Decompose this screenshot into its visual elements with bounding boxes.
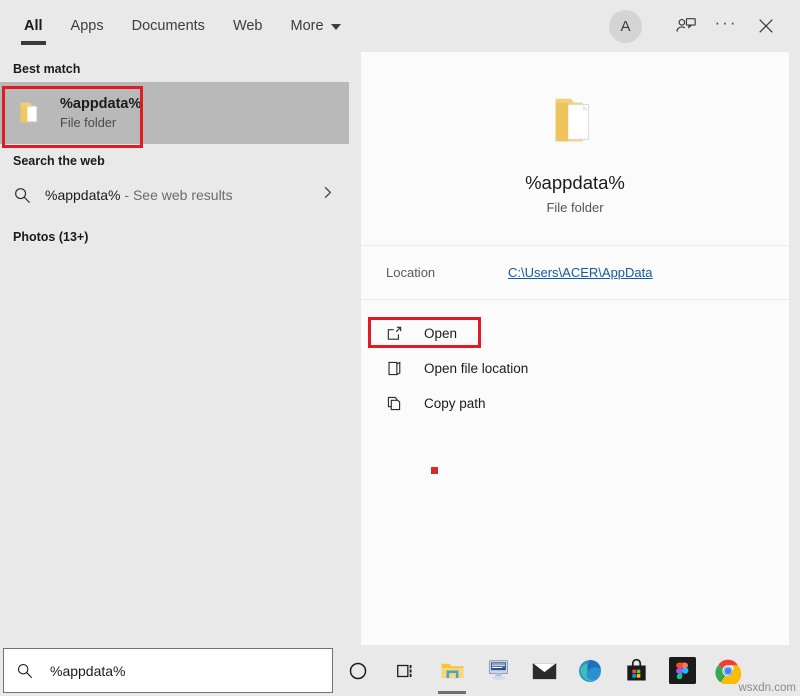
tab-list: All Apps Documents Web More	[0, 0, 355, 52]
annotation-dot	[431, 467, 438, 474]
copy-icon	[386, 395, 412, 412]
avatar[interactable]: A	[609, 10, 642, 43]
taskbar-mail-button[interactable]	[521, 645, 567, 696]
location-row: Location C:\Users\ACER\AppData	[361, 246, 789, 300]
search-input[interactable]: %appdata%	[3, 648, 333, 693]
taskbar-task-view-button[interactable]	[383, 645, 429, 696]
chrome-icon	[715, 658, 741, 684]
mail-icon	[531, 660, 558, 682]
tab-apps[interactable]: Apps	[57, 0, 118, 52]
folder-document-icon	[544, 89, 606, 156]
task-view-icon	[395, 660, 417, 682]
chevron-down-icon	[331, 24, 341, 30]
search-web-header: Search the web	[0, 144, 349, 174]
best-match-text: %appdata% File folder	[60, 95, 141, 132]
action-list: Open Open file location	[361, 300, 789, 421]
web-result-row[interactable]: %appdata% - See web results	[0, 174, 349, 216]
action-open[interactable]: Open	[361, 316, 789, 351]
open-external-icon	[386, 325, 412, 342]
search-icon	[13, 186, 39, 205]
search-tab-bar: All Apps Documents Web More A	[0, 0, 800, 52]
taskbar-file-explorer-button[interactable]	[429, 645, 475, 696]
folder-icon	[13, 98, 51, 128]
taskbar-microsoft-store-button[interactable]	[613, 645, 659, 696]
tab-all[interactable]: All	[10, 0, 57, 52]
taskbar-figma-button[interactable]	[659, 645, 705, 696]
tab-apps-label: Apps	[71, 18, 104, 34]
action-copy-path-label: Copy path	[424, 396, 486, 411]
top-right-controls: A ···	[609, 0, 800, 52]
best-match-subtitle: File folder	[60, 115, 141, 131]
tab-web[interactable]: Web	[219, 0, 277, 52]
best-match-header: Best match	[0, 52, 349, 82]
taskbar-remote-desktop-button[interactable]	[475, 645, 521, 696]
tab-all-label: All	[24, 18, 43, 34]
web-result-query: %appdata%	[45, 187, 121, 203]
search-icon	[16, 662, 34, 680]
location-link[interactable]: C:\Users\ACER\AppData	[508, 265, 653, 280]
windows-search-screen: All Apps Documents Web More A	[0, 0, 800, 696]
taskbar-edge-button[interactable]	[567, 645, 613, 696]
web-result-label: %appdata% - See web results	[45, 187, 233, 203]
watermark: wsxdn.com	[738, 682, 796, 694]
edge-icon	[577, 658, 603, 684]
more-options-label: ···	[715, 13, 738, 33]
action-open-label: Open	[424, 326, 457, 341]
tab-documents[interactable]: Documents	[118, 0, 219, 52]
best-match-result[interactable]: %appdata% File folder	[0, 82, 349, 144]
web-result-suffix: - See web results	[121, 187, 233, 203]
avatar-initial: A	[620, 18, 630, 35]
tab-documents-label: Documents	[132, 18, 205, 34]
preview-panel: %appdata% File folder Location C:\Users\…	[361, 52, 789, 645]
remote-desktop-icon	[484, 658, 512, 684]
action-open-file-location[interactable]: Open file location	[361, 351, 789, 386]
figma-icon	[669, 657, 696, 684]
cortana-icon	[350, 663, 365, 678]
feedback-icon[interactable]	[666, 6, 706, 46]
more-options-icon[interactable]: ···	[706, 6, 746, 46]
file-explorer-icon	[439, 657, 466, 684]
results-panel: Best match %appdata% File folder Search …	[0, 52, 349, 645]
tab-web-label: Web	[233, 18, 263, 34]
preview-hero: %appdata% File folder	[361, 52, 789, 246]
taskbar: %appdata%	[0, 645, 800, 696]
taskbar-cortana-button[interactable]	[333, 645, 383, 696]
preview-title: %appdata%	[525, 172, 625, 194]
tab-more-label: More	[291, 18, 324, 34]
microsoft-store-icon	[624, 658, 649, 683]
folder-open-location-icon	[386, 360, 412, 377]
close-icon[interactable]	[746, 6, 786, 46]
tab-more[interactable]: More	[277, 0, 355, 52]
preview-subtitle: File folder	[546, 200, 603, 215]
action-open-file-location-label: Open file location	[424, 361, 528, 376]
best-match-title: %appdata%	[60, 95, 141, 114]
location-label: Location	[386, 265, 508, 280]
photos-header: Photos (13+)	[0, 216, 349, 250]
chevron-right-icon[interactable]	[320, 185, 335, 205]
search-input-value: %appdata%	[50, 663, 126, 679]
taskbar-icons	[333, 645, 751, 696]
action-copy-path[interactable]: Copy path	[361, 386, 789, 421]
